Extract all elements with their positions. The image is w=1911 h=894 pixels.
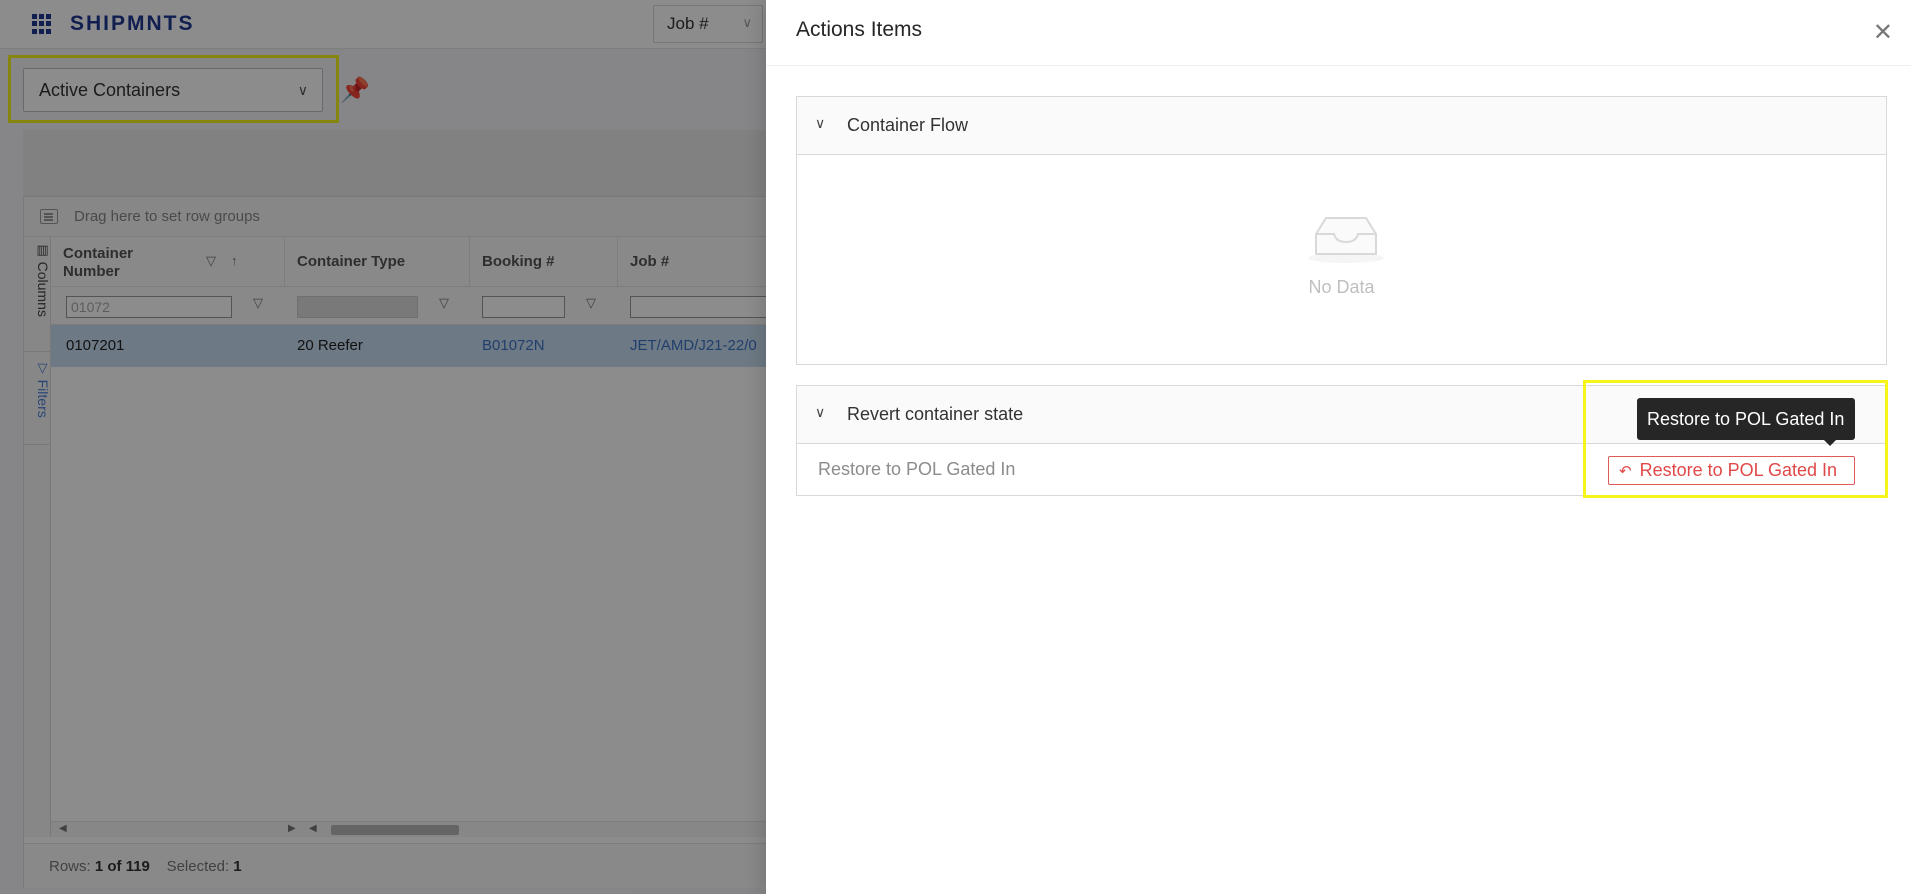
revert-action-label: Restore to POL Gated In <box>818 459 1016 479</box>
restore-button-label: Restore to POL Gated In <box>1639 460 1838 480</box>
undo-icon: ↶ <box>1619 463 1632 480</box>
drawer-mask[interactable] <box>0 0 766 894</box>
container-flow-panel: ∨ Container Flow No Data <box>796 96 1887 365</box>
chevron-down-icon: ∨ <box>815 404 826 420</box>
empty-text: No Data <box>1308 277 1375 297</box>
chevron-down-icon: ∨ <box>815 115 826 131</box>
restore-to-pol-gated-in-button[interactable]: ↶ Restore to POL Gated In <box>1608 456 1855 485</box>
restore-tooltip: Restore to POL Gated In <box>1637 398 1855 446</box>
close-icon[interactable]: ✕ <box>1873 18 1893 47</box>
empty-inbox-icon <box>1308 217 1384 263</box>
container-flow-panel-header[interactable]: ∨ Container Flow <box>797 97 1886 155</box>
revert-state-title: Revert container state <box>847 404 1024 424</box>
drawer-title: Actions Items <box>796 18 923 41</box>
empty-state: No Data <box>797 155 1886 364</box>
drawer-header: Actions Items ✕ <box>766 0 1911 66</box>
container-flow-title: Container Flow <box>847 115 969 135</box>
